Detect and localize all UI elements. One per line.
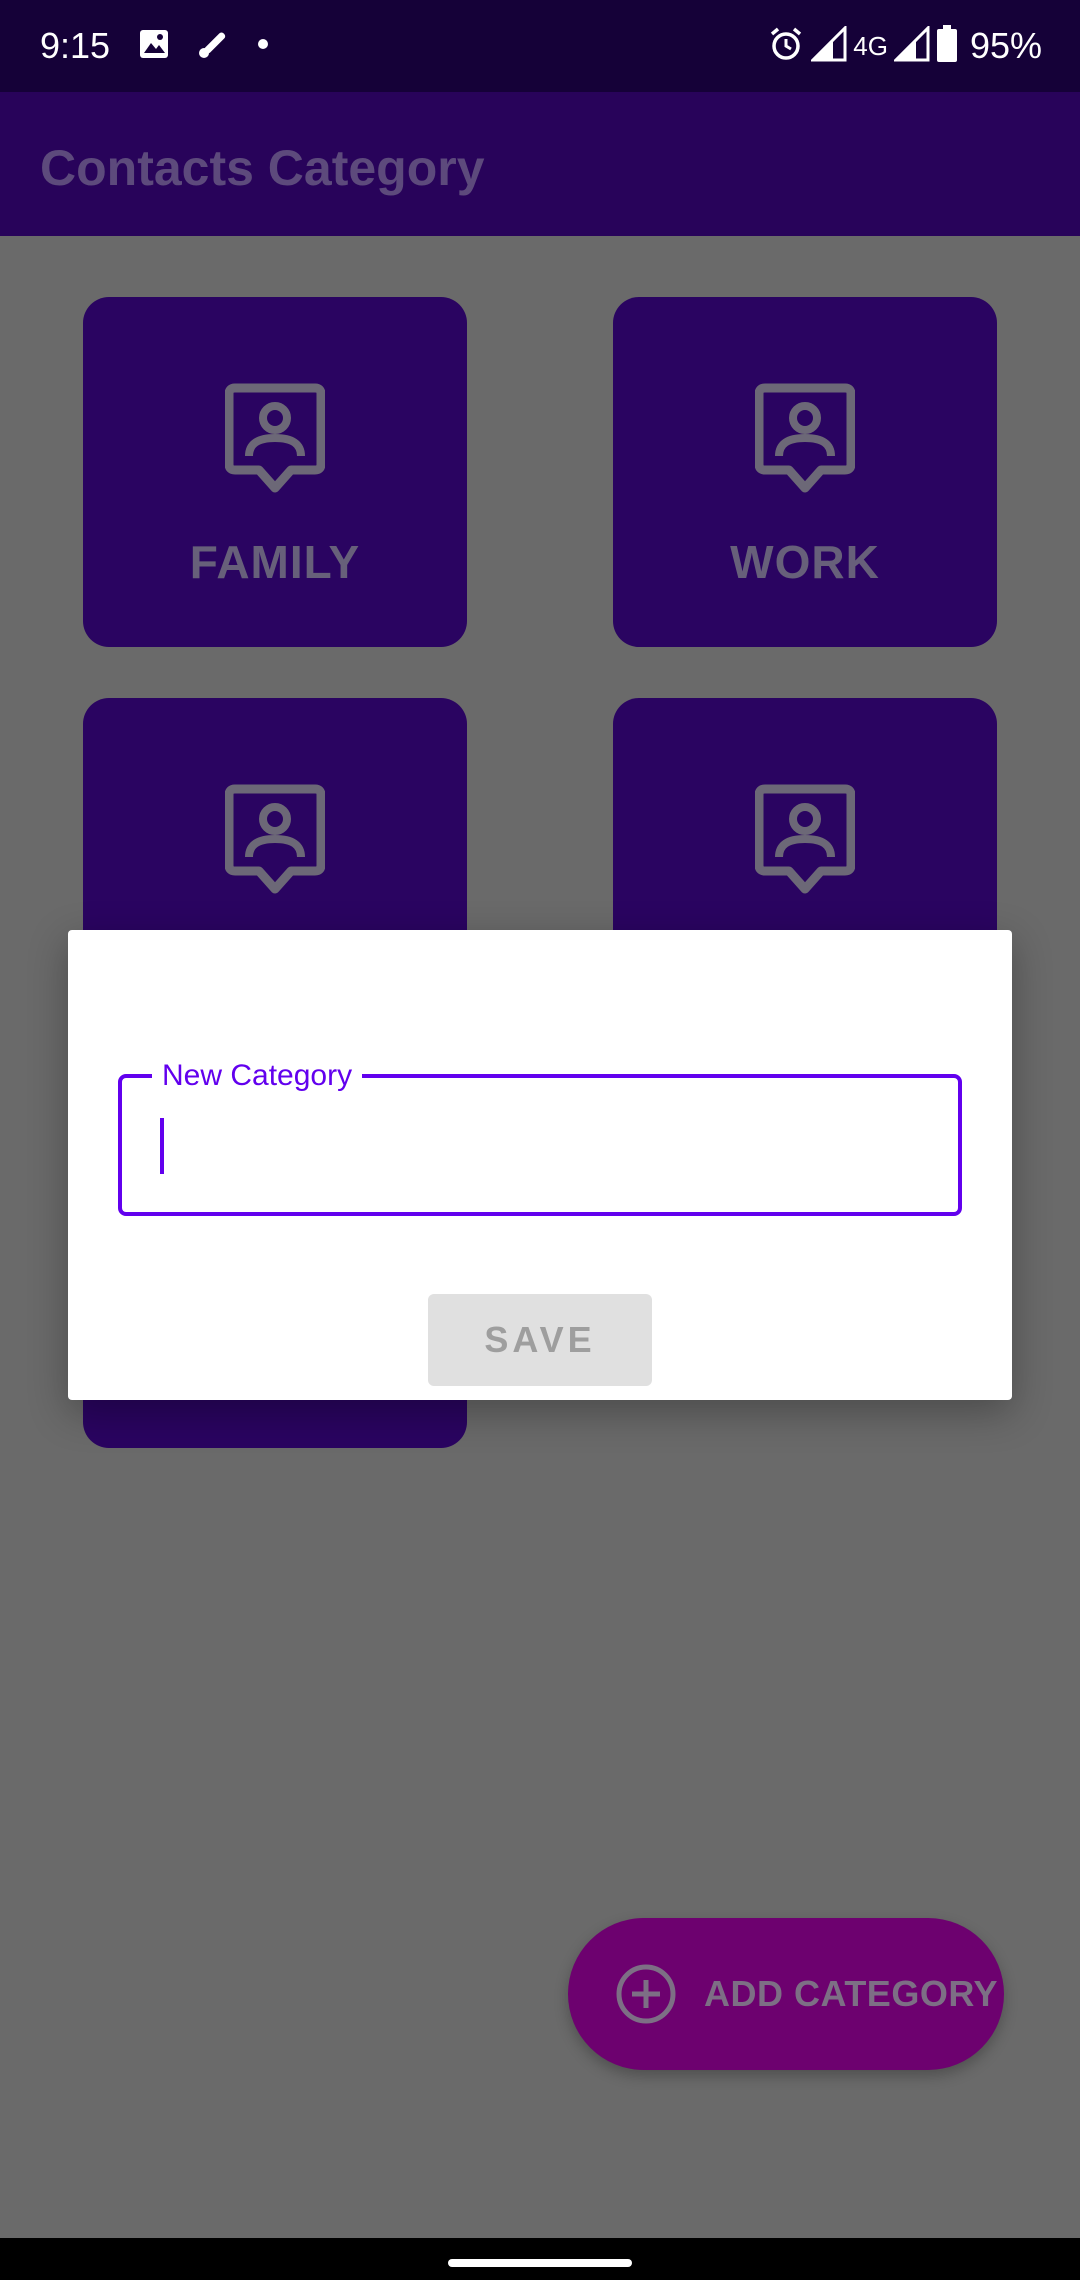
contact-icon bbox=[225, 383, 325, 493]
image-icon bbox=[138, 28, 170, 65]
new-category-field[interactable]: New Category bbox=[118, 1056, 962, 1216]
contact-icon bbox=[755, 383, 855, 493]
add-category-button[interactable]: ADD CATEGORY bbox=[568, 1918, 1004, 2070]
page-title: Contacts Category bbox=[40, 140, 485, 196]
contact-icon bbox=[755, 784, 855, 894]
network-type: 4G bbox=[853, 30, 888, 61]
brush-icon bbox=[196, 27, 230, 66]
save-button[interactable]: SAVE bbox=[428, 1294, 652, 1386]
new-category-input[interactable] bbox=[160, 1114, 920, 1174]
alarm-icon bbox=[767, 25, 805, 68]
category-card-family[interactable]: FAMILY bbox=[83, 297, 467, 647]
add-category-label: ADD CATEGORY bbox=[704, 1973, 998, 2014]
battery-icon bbox=[936, 24, 958, 68]
signal-icon bbox=[809, 23, 847, 67]
status-system-icons: 4G 95% bbox=[761, 18, 1042, 74]
category-card-work[interactable]: WORK bbox=[613, 297, 997, 647]
field-label: New Category bbox=[152, 1056, 363, 1096]
text-caret bbox=[160, 1118, 164, 1174]
status-notification-icons bbox=[138, 22, 296, 70]
status-time: 9:15 bbox=[40, 25, 111, 66]
contact-icon bbox=[225, 784, 325, 894]
signal-icon bbox=[892, 23, 930, 67]
app-bar: Contacts Category bbox=[0, 92, 1080, 236]
battery-percentage: 95% bbox=[969, 25, 1042, 66]
navigation-bar bbox=[0, 2238, 1080, 2280]
category-label: WORK bbox=[730, 536, 880, 588]
status-bar: 9:15 4G 95% bbox=[0, 0, 1080, 92]
home-gesture-handle[interactable] bbox=[448, 2259, 632, 2267]
category-label: FAMILY bbox=[189, 536, 361, 588]
dot-icon bbox=[256, 37, 270, 56]
new-category-dialog: New Category SAVE bbox=[68, 930, 1012, 1400]
add-circle-icon bbox=[616, 1964, 676, 2024]
screen: 9:15 4G 95% Contacts Category FAMILY WOR… bbox=[0, 0, 1080, 2280]
